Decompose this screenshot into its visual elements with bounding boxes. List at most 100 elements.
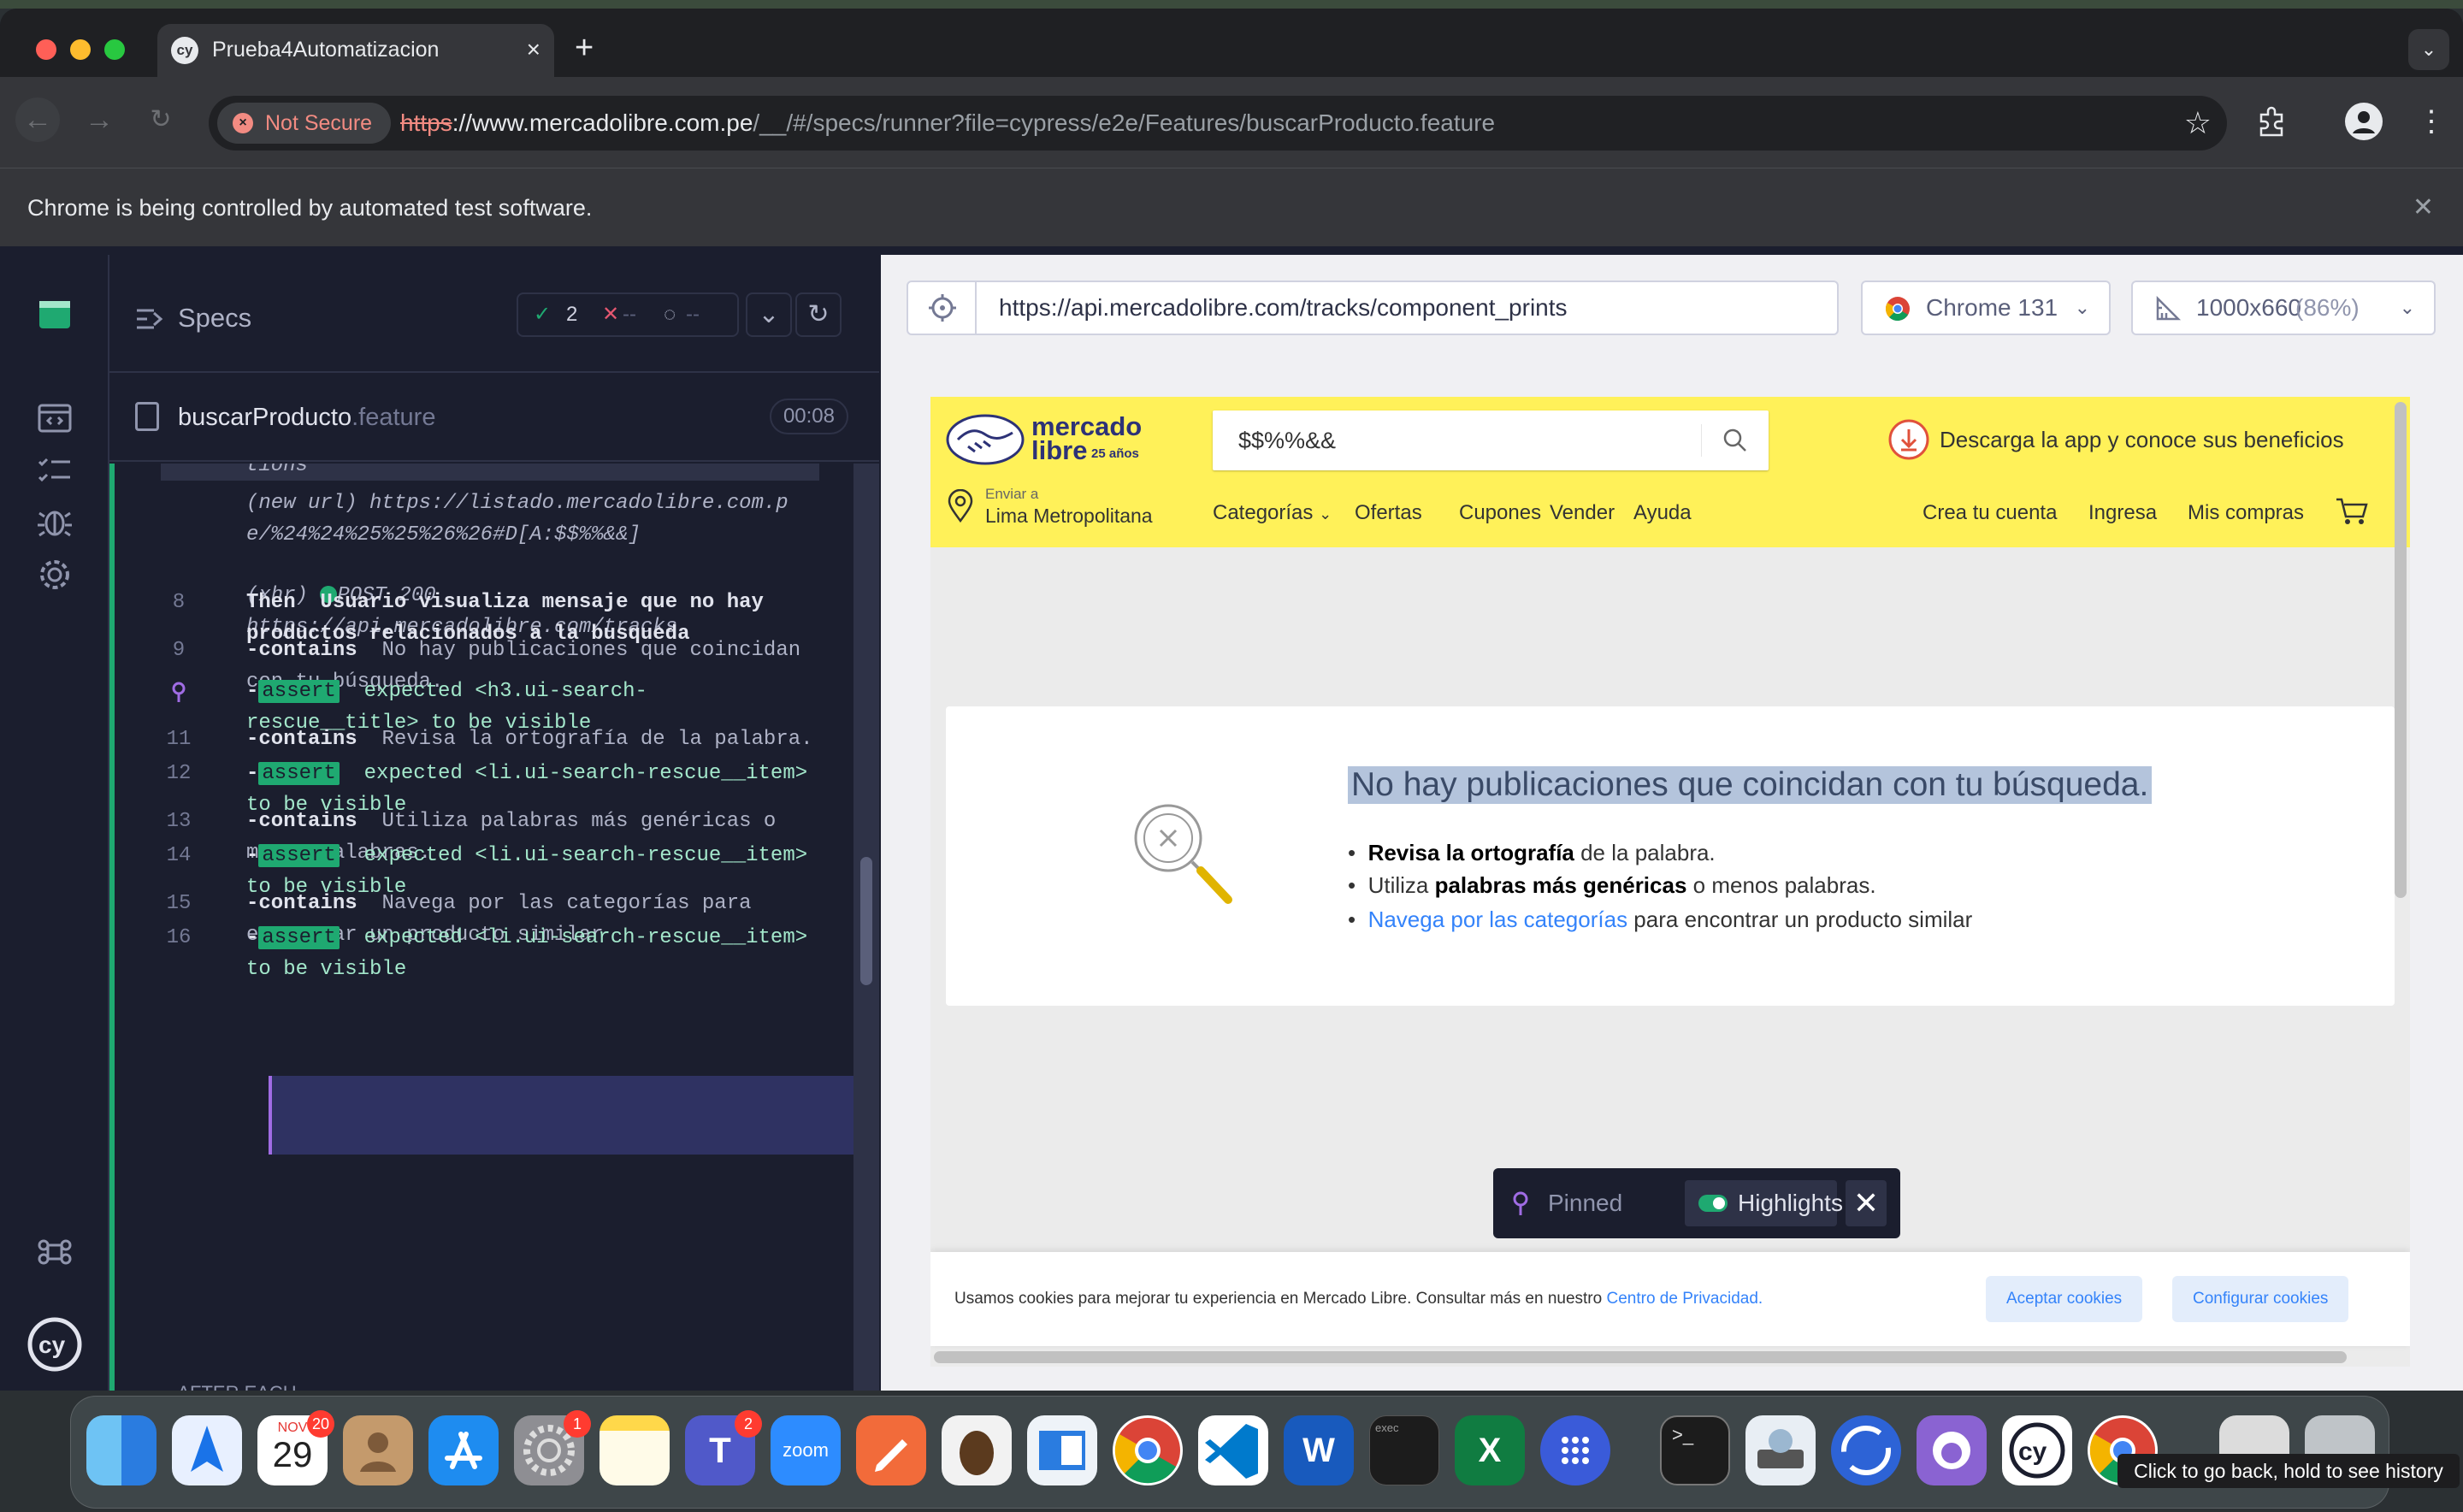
testflight-icon[interactable] [172, 1415, 242, 1485]
cart-icon[interactable] [2335, 496, 2369, 527]
spec-file-name[interactable]: buscarProducto.feature [178, 404, 435, 432]
highlights-toggle[interactable]: Highlights [1685, 1180, 1843, 1226]
github-desktop-icon[interactable] [1917, 1415, 1987, 1485]
new-tab-button[interactable]: + [575, 29, 594, 67]
after-each-hook[interactable]: ⌄ AFTER EACH [157, 1382, 297, 1391]
aut-horizontal-scrollbar[interactable] [934, 1351, 2347, 1363]
specs-list-icon[interactable] [135, 306, 164, 332]
search-icon[interactable] [1722, 428, 1748, 453]
extensions-icon[interactable] [2254, 104, 2289, 139]
rerun-button[interactable]: ↻ [795, 292, 842, 337]
url-host: ://www.mercadolibre.com.pe [452, 109, 753, 136]
exec-terminal-icon[interactable]: exec [1369, 1415, 1439, 1485]
zoom-app-icon[interactable]: zoom [771, 1415, 841, 1485]
nav-ayuda[interactable]: Ayuda [1633, 499, 1692, 527]
chrome-app-icon[interactable] [1113, 1415, 1183, 1485]
nav-categorias[interactable]: Categorías ⌄ [1213, 499, 1332, 528]
debug-nav-icon[interactable] [29, 496, 80, 547]
preview-app-icon[interactable] [1027, 1415, 1097, 1485]
security-label: Not Secure [265, 111, 373, 135]
unpin-close-button[interactable]: ✕ [1846, 1180, 1887, 1226]
forward-button[interactable]: → [77, 97, 121, 142]
terminal-icon[interactable]: >_ [1660, 1415, 1730, 1485]
specs-label[interactable]: Specs [178, 303, 251, 334]
runs-nav-icon[interactable] [29, 445, 80, 496]
launchpad-icon[interactable] [1540, 1415, 1610, 1485]
pin-icon [1513, 1191, 1528, 1215]
command-name: -contains [246, 639, 357, 662]
contacts-icon[interactable] [343, 1415, 413, 1485]
close-infobar-icon[interactable]: ✕ [2413, 168, 2434, 247]
collapse-all-button[interactable]: ⌄ [746, 292, 792, 337]
command-name: Then [246, 591, 296, 614]
swirl-app-icon[interactable] [1831, 1415, 1901, 1485]
notes-icon[interactable] [600, 1415, 670, 1485]
address-bar[interactable]: × Not Secure https://www.mercadolibre.co… [209, 96, 2227, 151]
macos-dock: NOV 29 20 1 T2 zoom W exec X >_ cy [70, 1396, 2389, 1509]
ml-logo[interactable]: mercado libre 25 años [946, 413, 1151, 465]
back-button[interactable]: ← [15, 97, 60, 142]
configure-cookies-button[interactable]: Configurar cookies [2172, 1276, 2349, 1322]
bookmark-star-icon[interactable]: ☆ [2184, 96, 2212, 151]
system-settings-icon[interactable]: 1 [514, 1410, 591, 1485]
close-tab-icon[interactable]: × [527, 24, 540, 75]
cypress-app-icon[interactable]: cy [2002, 1415, 2072, 1485]
disk-utility-icon[interactable] [1745, 1415, 1816, 1485]
excel-icon[interactable]: X [1455, 1415, 1525, 1485]
word-icon[interactable]: W [1284, 1415, 1354, 1485]
command-number: 11 [166, 728, 192, 751]
nav-vender[interactable]: Vender [1550, 499, 1615, 527]
nav-ingresa[interactable]: Ingresa [2088, 499, 2157, 527]
nav-cupones[interactable]: Cupones [1459, 499, 1541, 527]
app-promo[interactable]: Descarga la app y conoce sus beneficios [1887, 417, 2400, 462]
reporter-scrollbar[interactable] [860, 857, 872, 985]
security-chip[interactable]: × Not Secure [217, 103, 392, 144]
privacy-link[interactable]: Centro de Privacidad. [1606, 1290, 1763, 1308]
teams-icon[interactable]: T2 [685, 1410, 762, 1485]
calendar-day: 29 [272, 1434, 313, 1474]
app-store-icon[interactable] [428, 1415, 499, 1485]
project-icon[interactable] [29, 289, 80, 340]
nav-ofertas[interactable]: Ofertas [1355, 499, 1422, 527]
browser-label: Chrome 131 [1926, 294, 2058, 321]
selector-playground-button[interactable] [908, 282, 977, 334]
beaver-app-icon[interactable] [942, 1415, 1012, 1485]
calendar-icon[interactable]: NOV 29 20 [257, 1410, 334, 1485]
ml-search-box[interactable]: $$%%&& [1213, 410, 1769, 470]
tip-generic: • Utiliza palabras más genéricas o menos… [1348, 872, 1876, 898]
tab-search-button[interactable]: ⌄ [2408, 29, 2449, 70]
reload-button[interactable]: ↻ [139, 97, 183, 142]
aut-url-bar[interactable]: https://api.mercadolibre.com/tracks/comp… [907, 281, 1839, 335]
close-window-button[interactable] [36, 39, 56, 60]
back-button-tooltip: Click to go back, hold to see history [2117, 1454, 2460, 1488]
settings-nav-icon[interactable] [29, 549, 80, 600]
browser-selector[interactable]: Chrome 131 ⌄ [1861, 281, 2111, 335]
pencil-app-icon[interactable] [856, 1415, 926, 1485]
finder-icon[interactable] [86, 1415, 157, 1485]
ruler-icon [2156, 296, 2181, 321]
viewport-info[interactable]: 1000x660 (86%) ⌄ [2131, 281, 2436, 335]
cypress-logo-icon[interactable]: cy [26, 1315, 84, 1373]
url-text[interactable]: https://www.mercadolibre.com.pe/__/#/spe… [400, 96, 1495, 151]
minimize-window-button[interactable] [70, 39, 91, 60]
accept-cookies-button[interactable]: Aceptar cookies [1986, 1276, 2143, 1322]
chrome-menu-icon[interactable]: ⋮ [2417, 103, 2446, 140]
categories-link[interactable]: Navega por las categorías [1368, 907, 1628, 932]
aut-vertical-scrollbar[interactable] [2395, 402, 2407, 898]
passed-count: 2 [566, 303, 578, 326]
profile-avatar-icon[interactable] [2345, 103, 2383, 140]
command-number: 9 [172, 639, 186, 662]
specs-nav-icon[interactable] [29, 392, 80, 443]
nav-categorias-label: Categorías [1213, 501, 1314, 524]
keyboard-shortcuts-icon[interactable] [29, 1226, 80, 1278]
settings-badge: 1 [564, 1410, 591, 1438]
search-input[interactable]: $$%%&& [1238, 410, 1336, 470]
ship-to-location[interactable]: Enviar a Lima Metropolitana [946, 484, 1185, 535]
command-number: 13 [166, 810, 192, 833]
browser-tab[interactable]: cy Prueba4Automatizacion × [157, 24, 554, 77]
nav-crea-cuenta[interactable]: Crea tu cuenta [1923, 499, 2057, 527]
nav-mis-compras[interactable]: Mis compras [2188, 499, 2304, 527]
zoom-window-button[interactable] [104, 39, 125, 60]
command-name: -contains [246, 892, 357, 915]
vscode-icon[interactable] [1198, 1415, 1268, 1485]
